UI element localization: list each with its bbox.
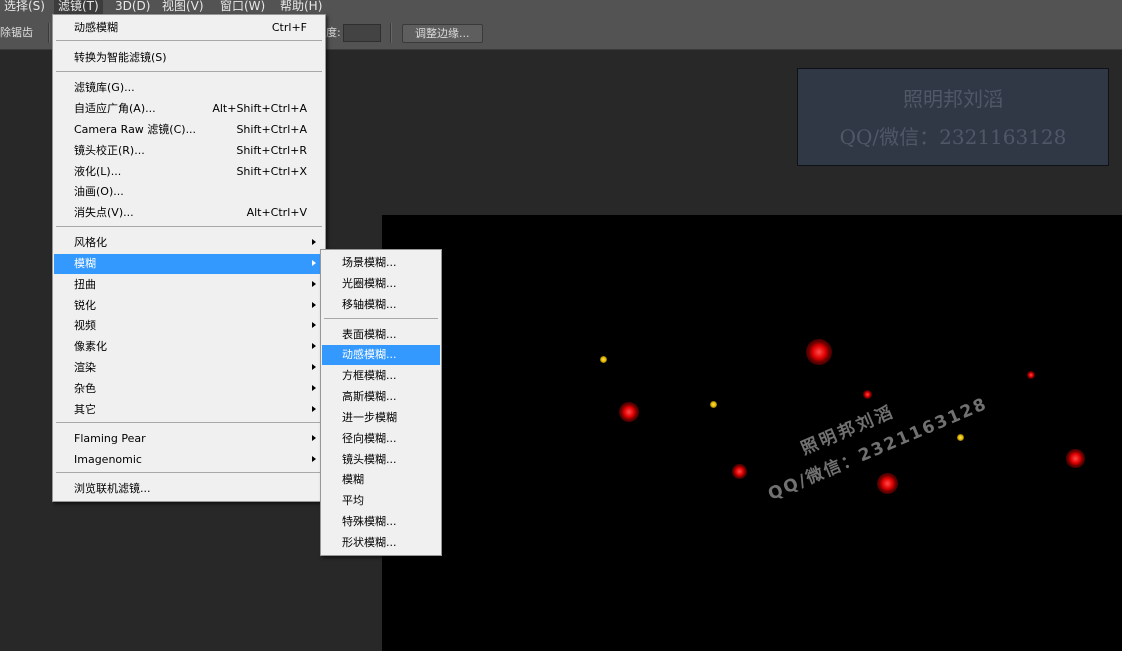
blur-submenu: 场景模糊... 光圈模糊... 移轴模糊... 表面模糊... 动感模糊... …	[320, 249, 442, 556]
menu-separator	[56, 226, 322, 227]
width-input[interactable]	[343, 24, 381, 42]
submenu-item-shape-blur[interactable]: 形状模糊...	[322, 533, 440, 553]
menu-item-video[interactable]: 视频	[54, 316, 324, 336]
menu-separator	[56, 40, 322, 41]
submenu-item-iris-blur[interactable]: 光圈模糊...	[322, 274, 440, 294]
menu-separator	[56, 422, 322, 423]
red-light-dot	[1027, 371, 1035, 379]
submenu-item-motion-blur[interactable]: 动感模糊...	[322, 345, 440, 365]
submenu-item-blur[interactable]: 模糊	[322, 470, 440, 490]
submenu-item-average[interactable]: 平均	[322, 491, 440, 511]
options-divider	[48, 23, 50, 43]
menu-bar: 选择(S) 滤镜(T) 3D(D) 视图(V) 窗口(W) 帮助(H)	[0, 0, 1122, 14]
submenu-arrow-icon	[312, 435, 316, 441]
menu-item-filter-gallery[interactable]: 滤镜库(G)...	[54, 78, 324, 98]
red-light-dot	[877, 473, 898, 494]
menu-item-other[interactable]: 其它	[54, 400, 324, 420]
menu-item-stylize[interactable]: 风格化	[54, 233, 324, 253]
menu-item-render[interactable]: 渲染	[54, 358, 324, 378]
submenu-item-tilt-shift[interactable]: 移轴模糊...	[322, 295, 440, 315]
red-light-dot	[732, 464, 747, 479]
menu-separator	[56, 472, 322, 473]
submenu-arrow-icon	[312, 260, 316, 266]
submenu-item-radial-blur[interactable]: 径向模糊...	[322, 429, 440, 449]
menu-item-sharpen[interactable]: 锐化	[54, 296, 324, 316]
submenu-item-surface-blur[interactable]: 表面模糊...	[322, 325, 440, 345]
menu-item-smart-filter[interactable]: 转换为智能滤镜(S)	[54, 48, 324, 68]
submenu-arrow-icon	[312, 281, 316, 287]
refine-edge-button[interactable]: 调整边缘...	[402, 24, 483, 43]
menu-select[interactable]: 选择(S)	[0, 0, 49, 14]
submenu-arrow-icon	[312, 302, 316, 308]
submenu-item-lens-blur[interactable]: 镜头模糊...	[322, 450, 440, 470]
menu-item-oil-paint[interactable]: 油画(O)...	[54, 182, 324, 202]
red-light-dot	[863, 390, 872, 399]
submenu-arrow-icon	[312, 385, 316, 391]
menu-separator	[324, 318, 438, 319]
submenu-item-blur-more[interactable]: 进一步模糊	[322, 408, 440, 428]
menu-item-flaming-pear[interactable]: Flaming Pear	[54, 429, 324, 449]
menu-item-noise[interactable]: 杂色	[54, 379, 324, 399]
red-light-dot	[619, 402, 639, 422]
menu-item-camera-raw[interactable]: Camera Raw 滤镜(C)... Shift+Ctrl+A	[54, 120, 324, 140]
watermark-contact: QQ/微信：2321163128	[839, 125, 1067, 149]
yellow-light-dot	[600, 356, 607, 363]
menu-filter[interactable]: 滤镜(T)	[54, 0, 103, 14]
menu-item-blur[interactable]: 模糊	[54, 254, 324, 274]
submenu-arrow-icon	[312, 456, 316, 462]
menu-help[interactable]: 帮助(H)	[276, 0, 326, 14]
watermark-name: 照明邦刘滔	[903, 87, 1003, 111]
submenu-arrow-icon	[312, 406, 316, 412]
submenu-item-gaussian-blur[interactable]: 高斯模糊...	[322, 387, 440, 407]
filter-menu: 动感模糊 Ctrl+F 转换为智能滤镜(S) 滤镜库(G)... 自适应广角(A…	[52, 14, 326, 502]
menu-item-adaptive-wide-angle[interactable]: 自适应广角(A)... Alt+Shift+Ctrl+A	[54, 99, 324, 119]
menu-item-vanishing-point[interactable]: 消失点(V)... Alt+Ctrl+V	[54, 203, 324, 223]
red-light-dot	[806, 339, 832, 365]
menu-3d[interactable]: 3D(D)	[111, 0, 154, 14]
menu-window[interactable]: 窗口(W)	[216, 0, 269, 14]
submenu-item-box-blur[interactable]: 方框模糊...	[322, 366, 440, 386]
submenu-arrow-icon	[312, 364, 316, 370]
red-light-dot	[1066, 449, 1085, 468]
options-divider-2	[390, 23, 392, 43]
watermark-box: 照明邦刘滔 QQ/微信：2321163128	[797, 68, 1109, 166]
menu-item-last-filter[interactable]: 动感模糊 Ctrl+F	[54, 18, 324, 38]
menu-item-browse-online[interactable]: 浏览联机滤镜...	[54, 479, 324, 499]
menu-item-liquify[interactable]: 液化(L)... Shift+Ctrl+X	[54, 162, 324, 182]
menu-item-lens-correction[interactable]: 镜头校正(R)... Shift+Ctrl+R	[54, 141, 324, 161]
submenu-arrow-icon	[312, 322, 316, 328]
anti-alias-label[interactable]: 除锯齿	[0, 14, 33, 49]
submenu-item-smart-blur[interactable]: 特殊模糊...	[322, 512, 440, 532]
width-label: 度:	[326, 26, 341, 39]
menu-item-pixelate[interactable]: 像素化	[54, 337, 324, 357]
menu-separator	[56, 71, 322, 72]
menu-item-imagenomic[interactable]: Imagenomic	[54, 450, 324, 470]
menu-item-distort[interactable]: 扭曲	[54, 275, 324, 295]
yellow-light-dot	[957, 434, 964, 441]
yellow-light-dot	[710, 401, 717, 408]
submenu-item-field-blur[interactable]: 场景模糊...	[322, 253, 440, 273]
submenu-arrow-icon	[312, 239, 316, 245]
menu-view[interactable]: 视图(V)	[158, 0, 208, 14]
submenu-arrow-icon	[312, 343, 316, 349]
document-canvas[interactable]: 照明邦刘滔 QQ/微信：2321163128	[382, 215, 1122, 651]
